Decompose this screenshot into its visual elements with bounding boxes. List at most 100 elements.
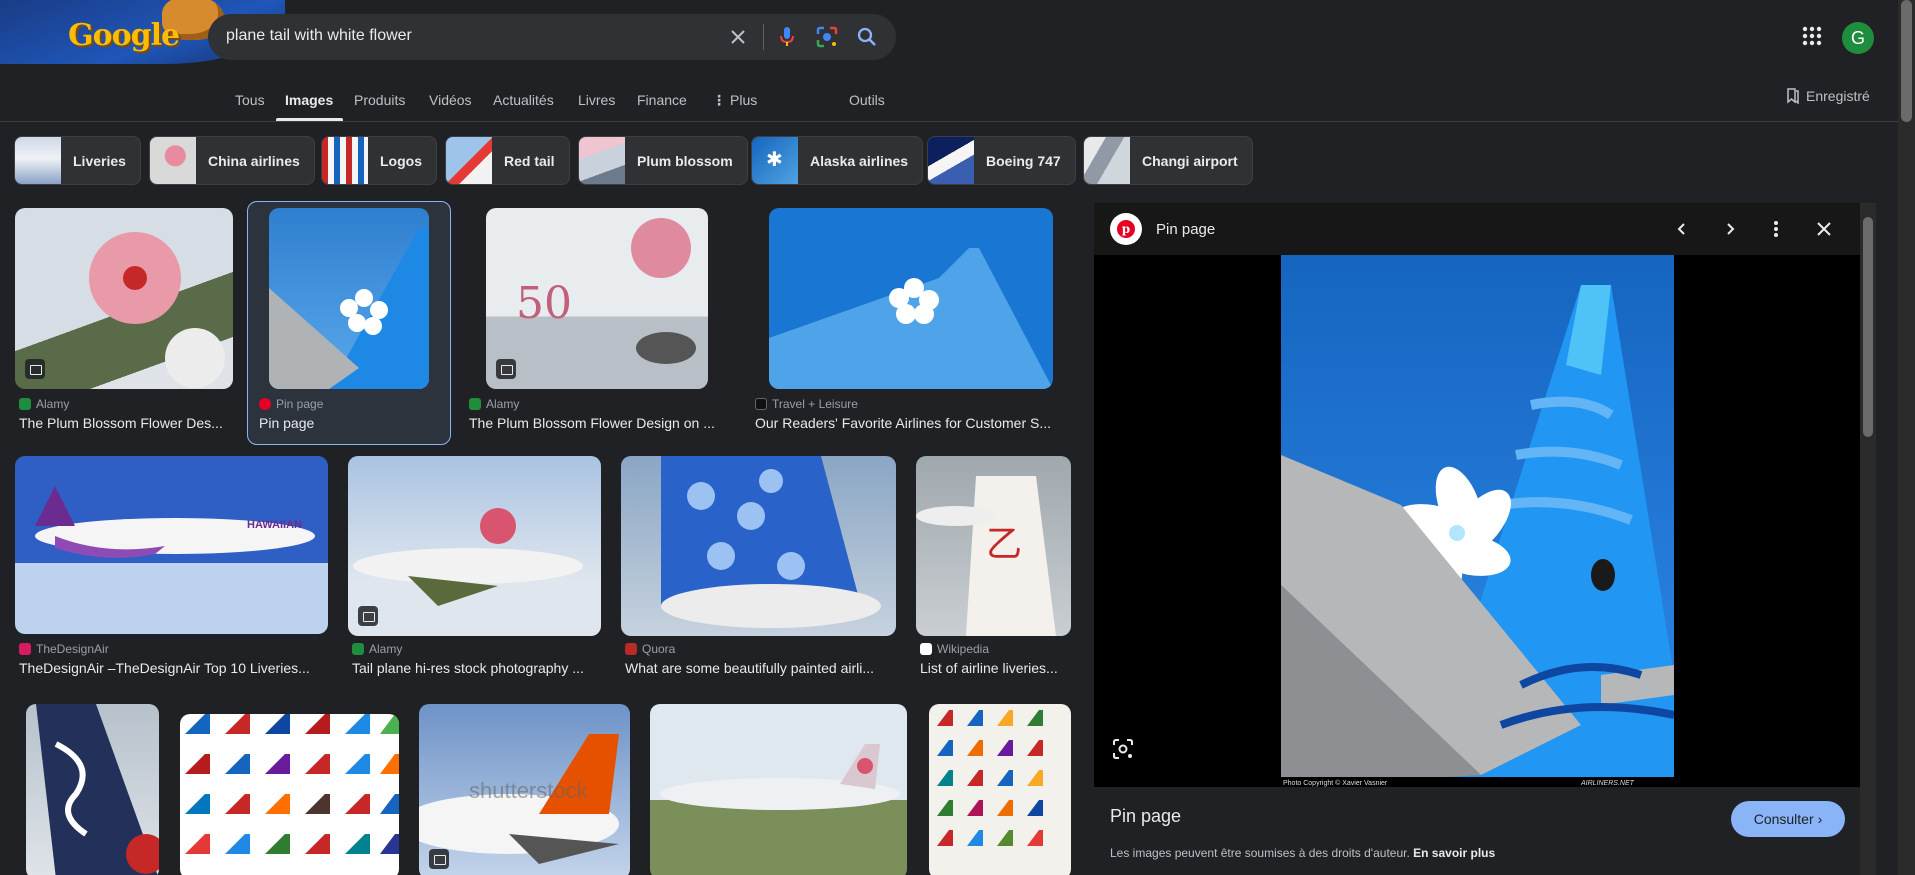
result-title[interactable]: TheDesignAir –TheDesignAir Top 10 Liveri… bbox=[19, 660, 333, 676]
image-badge-icon bbox=[496, 359, 516, 379]
google-lens-icon[interactable] bbox=[815, 25, 839, 49]
result-title[interactable]: The Plum Blossom Flower Des... bbox=[19, 415, 237, 431]
tab-tous[interactable]: Tous bbox=[235, 92, 265, 108]
tab-outils[interactable]: Outils bbox=[849, 92, 885, 108]
result-title[interactable]: Tail plane hi-res stock photography ... bbox=[352, 660, 602, 676]
result-card[interactable]: Pin page Pin page bbox=[255, 208, 451, 440]
result-source[interactable]: TheDesignAir bbox=[19, 642, 109, 656]
chip-label: Changi airport bbox=[1142, 152, 1238, 169]
result-source[interactable]: Wikipedia bbox=[920, 642, 989, 656]
tab-videos[interactable]: Vidéos bbox=[429, 92, 472, 108]
result-title[interactable]: Our Readers' Favorite Airlines for Custo… bbox=[755, 415, 1071, 431]
chip-china-airlines[interactable]: China airlines bbox=[149, 136, 315, 185]
hawaiian-jet-graphic: HAWAIIAN bbox=[35, 486, 315, 558]
result-card[interactable] bbox=[929, 704, 1071, 875]
wikipedia-tail-graphic: 乙 bbox=[916, 476, 1056, 636]
microphone-icon[interactable] bbox=[775, 25, 799, 49]
result-image[interactable] bbox=[929, 704, 1071, 875]
next-icon[interactable] bbox=[1718, 217, 1742, 241]
tab-finance[interactable]: Finance bbox=[637, 92, 687, 108]
chip-boeing-747[interactable]: Boeing 747 bbox=[927, 136, 1076, 185]
result-card[interactable]: Alamy The Plum Blossom Flower Des... bbox=[15, 208, 233, 440]
chip-red-tail[interactable]: Red tail bbox=[445, 136, 570, 185]
tail-flower-graphic bbox=[269, 228, 429, 389]
result-title[interactable]: The Plum Blossom Flower Design on ... bbox=[469, 415, 731, 431]
plum-blossom-graphic bbox=[89, 232, 225, 388]
pinterest-favicon bbox=[259, 398, 271, 410]
chip-plum-blossom[interactable]: Plum blossom bbox=[578, 136, 748, 185]
search-input[interactable]: plane tail with white flower bbox=[226, 27, 412, 45]
result-source[interactable]: Alamy bbox=[19, 397, 69, 411]
result-image[interactable] bbox=[769, 208, 1053, 389]
result-card[interactable]: Travel + Leisure Our Readers' Favorite A… bbox=[751, 208, 1071, 440]
svg-text:50: 50 bbox=[516, 278, 572, 329]
chip-alaska-airlines[interactable]: ✱ Alaska airlines bbox=[751, 136, 924, 185]
result-card[interactable]: Quora What are some beautifully painted … bbox=[621, 456, 897, 688]
result-title[interactable]: List of airline liveries... bbox=[920, 660, 1072, 676]
chip-label: Liveries bbox=[73, 152, 126, 169]
more-options-icon[interactable] bbox=[1764, 217, 1788, 241]
chip-thumbnail bbox=[150, 137, 196, 184]
result-source[interactable]: Pin page bbox=[259, 397, 323, 411]
previous-icon[interactable] bbox=[1670, 217, 1694, 241]
learn-more-link[interactable]: En savoir plus bbox=[1413, 846, 1495, 860]
result-image[interactable] bbox=[180, 714, 399, 875]
result-card[interactable] bbox=[650, 704, 908, 875]
clear-icon[interactable] bbox=[726, 25, 750, 49]
result-card[interactable]: 50 Alamy The Plum Blossom Flower Design … bbox=[465, 208, 730, 440]
preview-scrollbar-thumb[interactable] bbox=[1863, 217, 1873, 437]
page-scrollbar-thumb[interactable] bbox=[1901, 0, 1912, 122]
result-card[interactable]: HAWAIIAN TheDesignAir TheDesignAir –TheD… bbox=[15, 456, 329, 688]
tab-livres[interactable]: Livres bbox=[578, 92, 615, 108]
chip-label: Red tail bbox=[504, 152, 555, 169]
result-image[interactable] bbox=[269, 208, 429, 389]
result-card[interactable] bbox=[15, 704, 160, 875]
visit-button[interactable]: Consulter › bbox=[1731, 801, 1845, 837]
result-title[interactable]: Pin page bbox=[259, 415, 449, 431]
result-source[interactable]: Alamy bbox=[469, 397, 519, 411]
tab-actualites[interactable]: Actualités bbox=[493, 92, 554, 108]
search-icon[interactable] bbox=[855, 25, 879, 49]
preview-source-title[interactable]: Pin page bbox=[1156, 221, 1215, 238]
apps-grid-icon[interactable] bbox=[1800, 24, 1824, 48]
image-preview-panel: p Pin page Photo Copyright © Xavier Vasn… bbox=[1094, 203, 1860, 875]
result-image[interactable] bbox=[15, 208, 233, 389]
chip-changi-airport[interactable]: Changi airport bbox=[1083, 136, 1253, 185]
result-title[interactable]: What are some beautifully painted airli.… bbox=[625, 660, 897, 676]
page-scrollbar[interactable] bbox=[1898, 0, 1915, 875]
result-source[interactable]: Alamy bbox=[352, 642, 402, 656]
alamy-favicon bbox=[469, 398, 481, 410]
copyright-notice: Les images peuvent être soumises à des d… bbox=[1110, 846, 1495, 860]
preview-title[interactable]: Pin page bbox=[1110, 806, 1181, 827]
search-box[interactable]: plane tail with white flower bbox=[208, 14, 896, 60]
result-card[interactable]: Alamy Tail plane hi-res stock photograph… bbox=[348, 456, 602, 688]
lens-search-icon[interactable] bbox=[1112, 738, 1134, 760]
result-image[interactable] bbox=[621, 456, 896, 636]
result-source[interactable]: Travel + Leisure bbox=[755, 397, 858, 411]
result-card[interactable] bbox=[180, 714, 399, 875]
result-image[interactable] bbox=[26, 704, 159, 875]
tab-plus[interactable]: ⋮ Plus bbox=[712, 92, 757, 109]
account-avatar[interactable]: G bbox=[1842, 22, 1874, 54]
close-icon[interactable] bbox=[1812, 217, 1836, 241]
preview-image[interactable]: Photo Copyright © Xavier Vasnier AIRLINE… bbox=[1281, 255, 1674, 787]
tab-produits[interactable]: Produits bbox=[354, 92, 405, 108]
result-image[interactable]: HAWAIIAN bbox=[15, 456, 328, 634]
result-image[interactable]: shutterstock bbox=[419, 704, 630, 875]
result-image[interactable]: 50 bbox=[486, 208, 708, 389]
result-source[interactable]: Quora bbox=[625, 642, 675, 656]
chip-liveries[interactable]: Liveries bbox=[14, 136, 141, 185]
saved-link[interactable]: Enregistré bbox=[1786, 88, 1870, 104]
result-card[interactable]: shutterstock bbox=[419, 704, 630, 875]
result-image[interactable] bbox=[650, 704, 907, 875]
chip-thumbnail bbox=[15, 137, 61, 184]
result-card[interactable]: 乙 Wikipedia List of airline liveries... bbox=[916, 456, 1071, 688]
image-badge-icon bbox=[358, 606, 378, 626]
chip-logos[interactable]: Logos bbox=[321, 136, 437, 185]
preview-scrollbar[interactable] bbox=[1860, 203, 1876, 875]
result-image[interactable]: 乙 bbox=[916, 456, 1071, 636]
result-image[interactable] bbox=[348, 456, 601, 636]
navy-swirl-tail-graphic bbox=[36, 704, 159, 875]
preview-image-stage: Photo Copyright © Xavier Vasnier AIRLINE… bbox=[1094, 255, 1860, 787]
tab-images[interactable]: Images bbox=[285, 92, 333, 108]
